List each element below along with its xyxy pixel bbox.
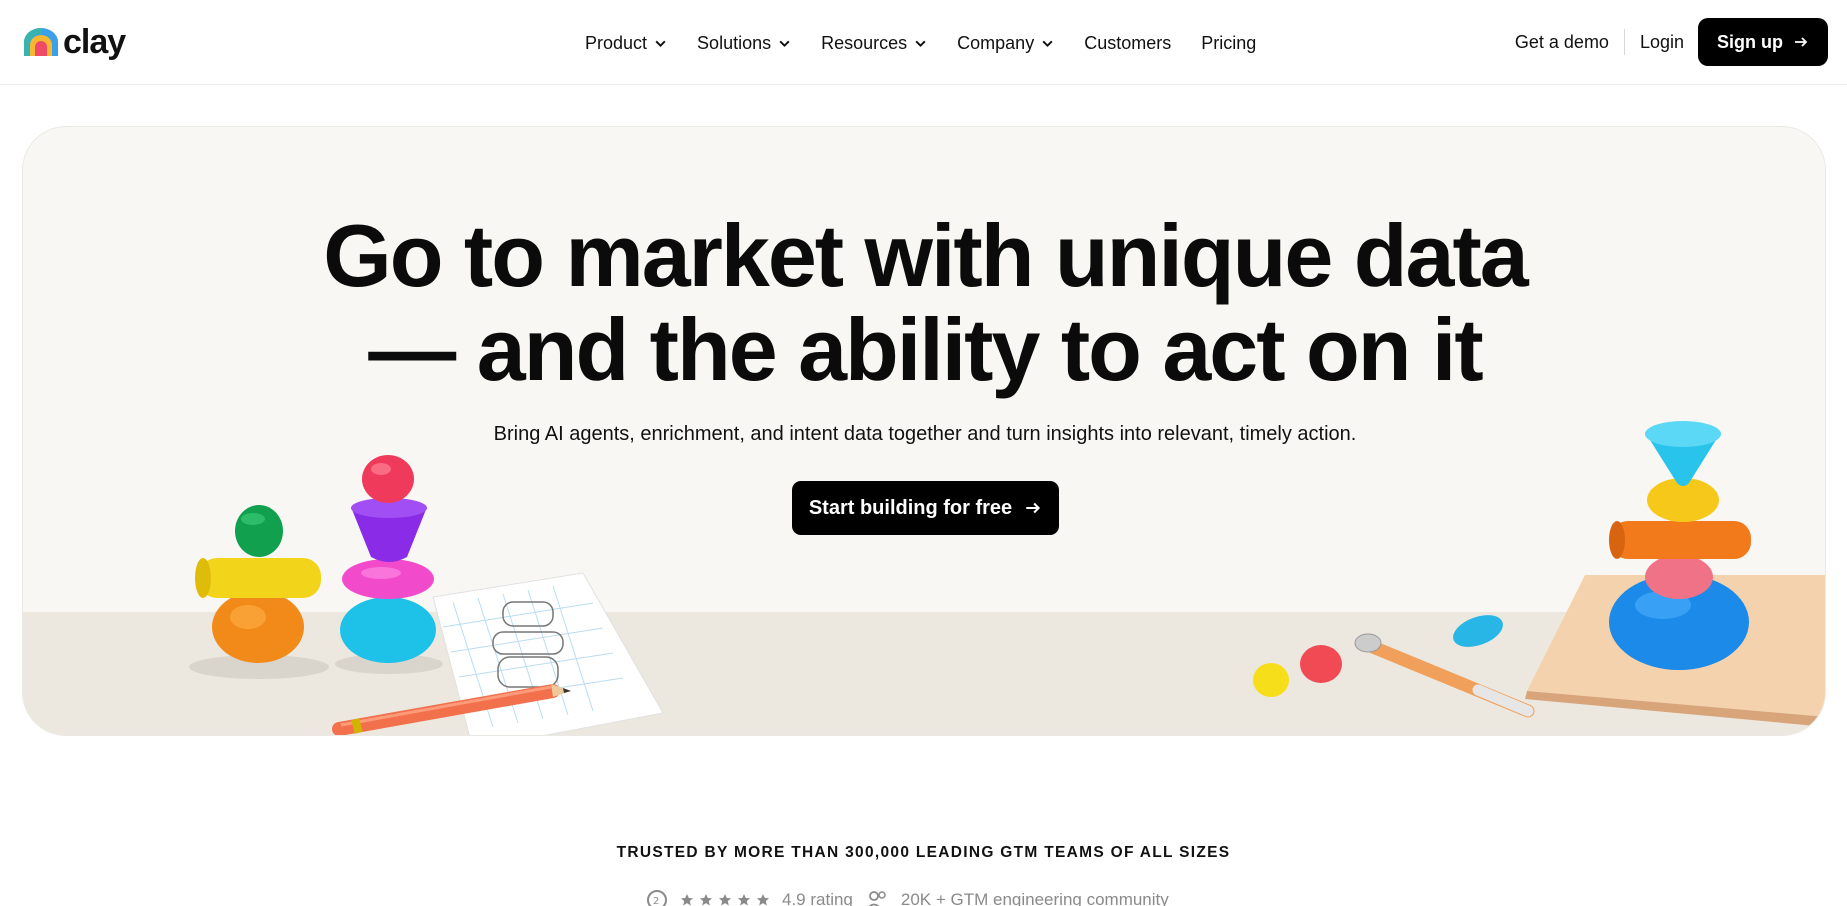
community-text: 20K + GTM engineering community [900,890,1169,906]
nav-actions: Get a demo Login Sign up [1515,18,1828,66]
menu-item-label: Company [957,32,1035,53]
star-icon [700,894,712,906]
clay-logo[interactable]: clay [22,23,126,61]
star-icon [738,894,750,906]
signup-label: Sign up [1717,31,1783,52]
svg-text:2: 2 [653,896,659,906]
hero-floor [23,612,1825,735]
cta-label: Start building for free [808,496,1013,519]
menu-item-label: Pricing [1201,32,1257,53]
menu-item-label: Product [585,32,648,53]
rating-text: 4.9 rating [782,890,853,906]
g2-icon: 2 [647,890,667,906]
menu-item-resources[interactable]: Resources [821,28,927,58]
community-icon [868,891,886,906]
menu-item-label: Resources [821,32,908,53]
brand-name: clay [63,23,126,61]
trust-statement: TRUSTED BY MORE THAN 300,000 LEADING GTM… [616,844,1231,861]
menu-item-pricing[interactable]: Pricing [1201,28,1256,58]
chevron-down-icon [915,40,926,47]
hero-section: Go to market with unique data — and the … [22,126,1826,736]
chevron-down-icon [655,40,666,47]
top-navigation: clay Product Solutions Resources Company… [0,0,1847,85]
arrow-right-icon [1026,502,1041,514]
menu-item-solutions[interactable]: Solutions [697,28,791,58]
menu-item-label: Customers [1084,32,1172,53]
chevron-down-icon [1042,40,1053,47]
chevron-down-icon [779,40,790,47]
rating-stars [680,893,770,906]
signup-button[interactable]: Sign up [1698,18,1828,66]
main-menu: Product Solutions Resources Company Cust… [585,28,1286,58]
start-building-button[interactable]: Start building for free [792,481,1059,535]
headline-line-2: — and the ability to act on it [368,300,1483,399]
hero-subheadline: Bring AI agents, enrichment, and intent … [493,423,1357,445]
get-demo-link[interactable]: Get a demo [1515,32,1624,53]
arrow-right-icon [1795,37,1808,47]
headline-line-1: Go to market with unique data [323,206,1528,305]
menu-item-customers[interactable]: Customers [1084,28,1171,58]
clay-logo-icon [23,27,58,56]
star-icon [757,894,769,906]
ratings-row: 2 4.9 rating 20K + GTM engineering commu… [646,888,1169,906]
menu-item-product[interactable]: Product [585,28,667,58]
hero-headline: Go to market with unique data — and the … [23,206,1825,399]
login-link[interactable]: Login [1625,32,1698,53]
menu-item-label: Solutions [697,32,772,53]
star-icon [681,894,693,906]
star-icon [719,894,731,906]
menu-item-company[interactable]: Company [957,28,1054,58]
